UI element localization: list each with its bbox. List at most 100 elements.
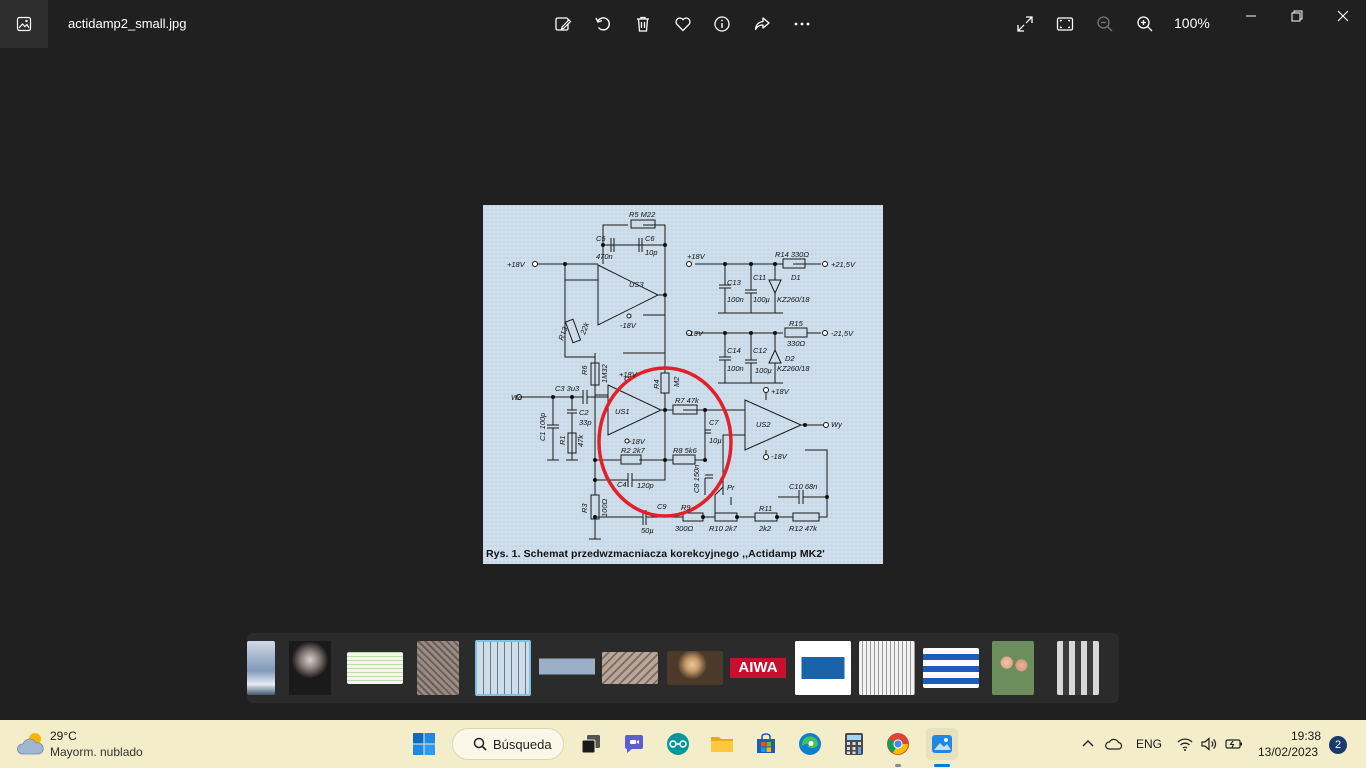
share-button[interactable]: [746, 8, 778, 40]
share-icon: [754, 17, 770, 31]
wifi-icon: [1177, 738, 1193, 751]
label-plus18-us1: +18V: [619, 370, 638, 379]
folder-icon: [711, 737, 733, 752]
label-c14: C14: [727, 346, 741, 355]
onedrive-button[interactable]: [1100, 728, 1128, 760]
thumb-snow-landscape[interactable]: [247, 641, 275, 695]
taskbar-edge[interactable]: [794, 728, 826, 760]
teams-chat-icon: [625, 735, 643, 753]
maximize-button[interactable]: [1274, 0, 1320, 32]
close-button[interactable]: [1320, 0, 1366, 32]
label-us1: US1: [615, 407, 630, 416]
label-c14-value: 100n: [727, 364, 744, 373]
label-minus18-supply: -18V: [687, 329, 704, 338]
thumb-arduino-nano[interactable]: [795, 641, 851, 695]
favorite-button[interactable]: [667, 8, 699, 40]
taskbar-file-explorer[interactable]: [706, 728, 738, 760]
zoom-level[interactable]: 100%: [1174, 15, 1210, 31]
delete-button[interactable]: [627, 8, 659, 40]
fit-window-button[interactable]: [1049, 8, 1081, 40]
photos-active-indicator: [934, 764, 950, 767]
thumb-aiwa-logo[interactable]: AIWA: [730, 641, 786, 695]
clock-time[interactable]: 19:38: [1291, 729, 1321, 743]
cloud-icon: [1105, 738, 1123, 750]
zoom-out-icon: [1097, 16, 1113, 32]
taskbar-calculator[interactable]: [838, 728, 870, 760]
label-r9-value: 300Ω: [675, 524, 694, 533]
weather-temperature[interactable]: 29°C: [50, 729, 77, 743]
show-hidden-icons-button[interactable]: [1074, 728, 1102, 760]
label-r9: R9: [681, 503, 691, 512]
close-icon: [1337, 10, 1349, 22]
taskbar-chat[interactable]: [618, 728, 650, 760]
weather-description[interactable]: Mayorm. nublado: [50, 745, 143, 759]
volume-button[interactable]: [1196, 728, 1222, 760]
thumb-schematic[interactable]: [475, 640, 531, 696]
label-r6: R6: [580, 365, 589, 375]
label-we: We: [511, 393, 522, 402]
label-minus18-us2: -18V: [771, 452, 788, 461]
label-r2: R2 2k7: [621, 446, 646, 455]
thumb-couple-photo[interactable]: [992, 641, 1034, 695]
taskbar-photos[interactable]: [926, 728, 958, 760]
taskbar-chrome[interactable]: [882, 728, 914, 760]
partly-cloudy-icon[interactable]: [16, 730, 46, 758]
label-minus215: -21,5V: [831, 329, 854, 338]
label-c11-value: 100µ: [753, 295, 770, 304]
thumb-circuit-board[interactable]: [417, 641, 459, 695]
search-icon: [473, 737, 487, 751]
zoom-out-button[interactable]: [1089, 8, 1121, 40]
language-indicator[interactable]: ENG: [1136, 737, 1162, 751]
task-view-button[interactable]: [575, 728, 607, 760]
label-r14: R14 330Ω: [775, 250, 809, 259]
minimize-button[interactable]: [1228, 0, 1274, 32]
label-r7: R7 47k: [675, 396, 700, 405]
thumb-dark-lamp[interactable]: [289, 641, 331, 695]
start-button[interactable]: [408, 728, 440, 760]
thumb-screenshot[interactable]: [539, 652, 595, 684]
notification-badge[interactable]: 2: [1329, 736, 1347, 754]
info-button[interactable]: [706, 8, 738, 40]
label-d1: D1: [791, 273, 801, 282]
filmstrip[interactable]: AIWA: [247, 633, 1119, 703]
taskbar-arduino[interactable]: [662, 728, 694, 760]
thumb-person-photo[interactable]: [667, 651, 723, 685]
rotate-button[interactable]: [587, 8, 619, 40]
label-c11: C11: [753, 273, 766, 282]
clock-date[interactable]: 13/02/2023: [1258, 745, 1318, 759]
taskbar-store[interactable]: [750, 728, 782, 760]
photos-app-icon[interactable]: [0, 0, 48, 48]
store-icon: [757, 733, 775, 753]
label-pr: Pr: [727, 483, 735, 492]
label-r15-value: 330Ω: [787, 339, 806, 348]
edge-browser-icon: [799, 733, 821, 755]
battery-button[interactable]: [1221, 728, 1247, 760]
label-r10: R10 2k7: [709, 524, 738, 533]
label-us3: US3: [629, 280, 644, 289]
thumb-pcb-photo[interactable]: [602, 652, 658, 684]
network-button[interactable]: [1172, 728, 1198, 760]
label-plus215: +21,5V: [831, 260, 856, 269]
file-name: actidamp2_small.jpg: [68, 16, 187, 31]
thumb-table-document[interactable]: [347, 652, 403, 684]
thumb-group-photo[interactable]: [1057, 641, 1099, 695]
fullscreen-button[interactable]: [1009, 8, 1041, 40]
edit-image-button[interactable]: [547, 8, 579, 40]
label-d1-value: KZ260/18: [777, 295, 810, 304]
favorite-icon: [675, 17, 691, 32]
label-minus18-us3: -18V: [620, 321, 637, 330]
thumb-uruguay-flag[interactable]: [923, 648, 979, 688]
chrome-running-indicator: [895, 764, 901, 767]
thumb-breadboard[interactable]: [859, 641, 915, 695]
zoom-in-button[interactable]: [1129, 8, 1161, 40]
label-r15: R15: [789, 319, 804, 328]
label-plus18-us3: +18V: [507, 260, 526, 269]
speaker-icon: [1201, 737, 1217, 751]
displayed-image[interactable]: R5 M22 C5 470n C6 10p +18V US3 -18V R13 …: [483, 205, 883, 564]
label-plus18-supply: +18V: [687, 252, 706, 261]
more-options-button[interactable]: [786, 8, 818, 40]
taskbar-search[interactable]: Búsqueda: [452, 728, 564, 760]
label-c2-value: 33p: [579, 418, 592, 427]
chevron-up-icon: [1082, 740, 1094, 747]
label-c12-value: 100µ: [755, 366, 772, 375]
